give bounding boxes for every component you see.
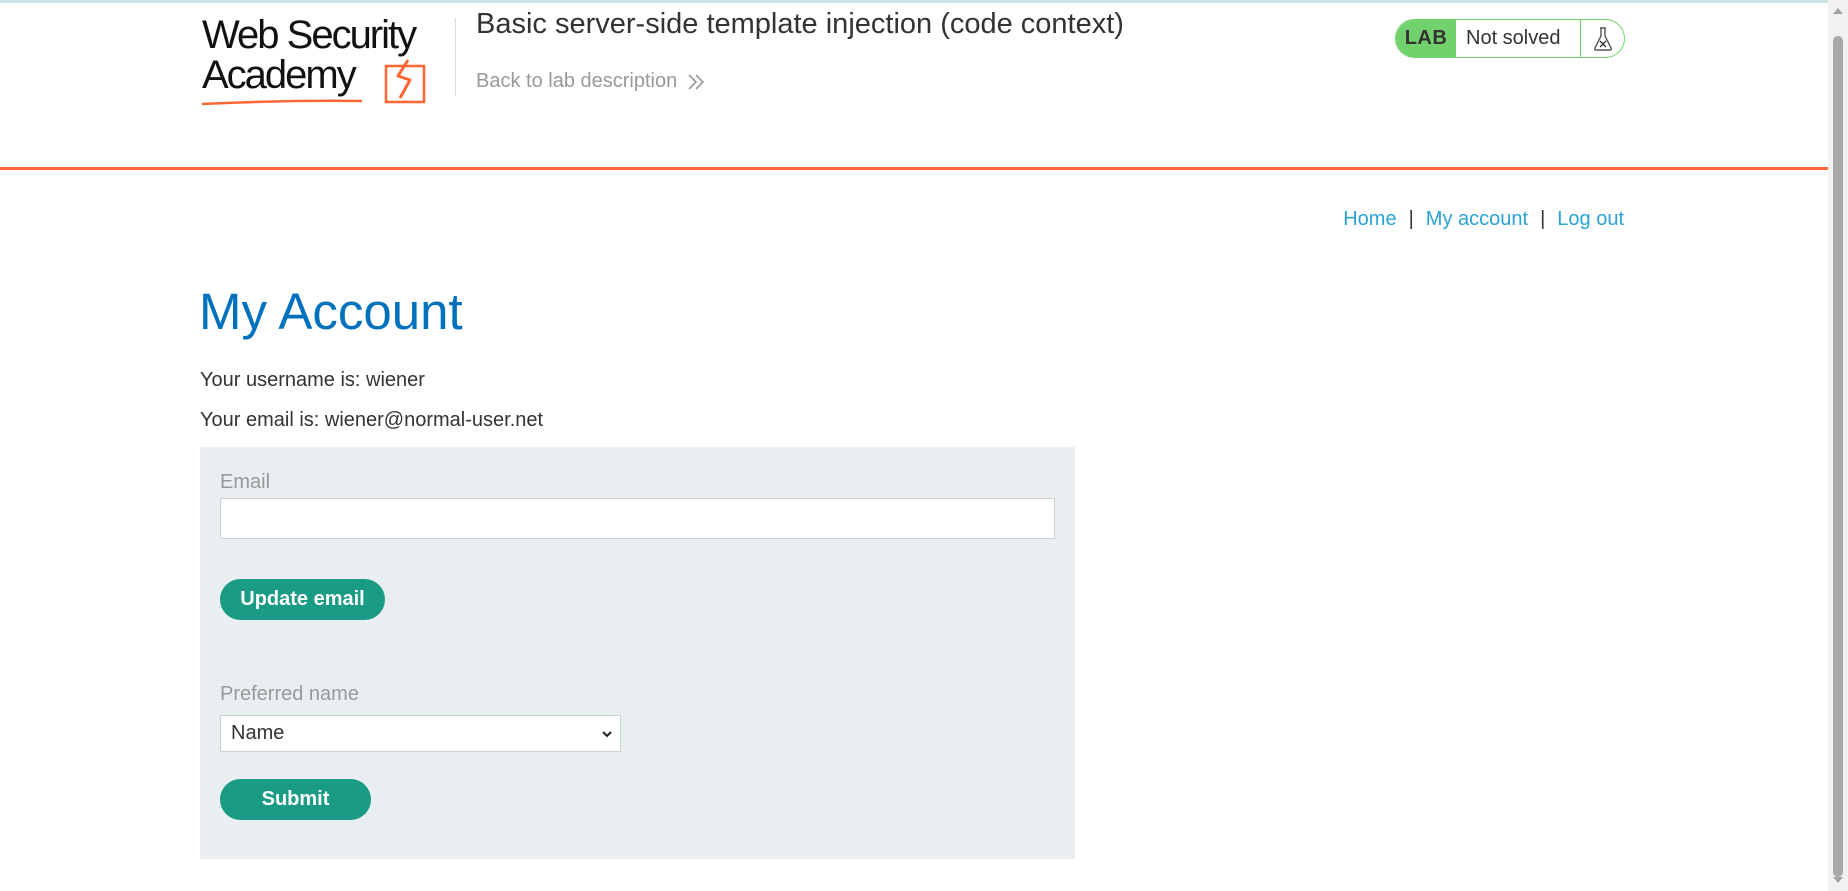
web-security-academy-logo[interactable]: Web Security Academy — [200, 14, 452, 108]
submit-button[interactable]: Submit — [220, 779, 371, 820]
scroll-up-arrow-icon[interactable] — [1833, 8, 1843, 14]
lab-badge: LAB — [1396, 20, 1456, 57]
flask-icon — [1593, 26, 1612, 51]
logo-line-2: Academy — [202, 53, 357, 97]
email-info: Your email is: wiener@normal-user.net — [200, 409, 544, 431]
nav-log-out-link[interactable]: Log out — [1557, 208, 1624, 231]
preferred-name-select[interactable]: Name — [220, 715, 621, 752]
nav-my-account-link[interactable]: My account — [1426, 208, 1528, 231]
double-chevron-right-icon — [688, 73, 705, 90]
nav-home-link[interactable]: Home — [1343, 208, 1396, 231]
email-label: Email — [220, 471, 271, 493]
lab-status-widget: LAB Not solved — [1395, 19, 1625, 58]
flask-icon-box — [1580, 20, 1624, 57]
username-info: Your username is: wiener — [200, 369, 425, 391]
nav-separator: | — [1408, 208, 1414, 230]
lab-header: Web Security Academy Basic server-side t… — [0, 0, 1828, 170]
nav-separator: | — [1540, 208, 1546, 230]
back-to-lab-description-link[interactable]: Back to lab description — [476, 70, 709, 93]
page-scrollbar[interactable] — [1828, 0, 1848, 891]
top-navigation: Home | My account | Log out — [1343, 208, 1624, 231]
lab-status-text: Not solved — [1466, 27, 1561, 49]
email-input[interactable] — [220, 498, 1055, 539]
back-link-label: Back to lab description — [476, 70, 678, 92]
preferred-name-label: Preferred name — [220, 683, 359, 705]
account-form-panel: Email Update email Preferred name Name S… — [200, 447, 1075, 859]
logo-divider — [455, 18, 456, 96]
scrollbar-thumb[interactable] — [1833, 36, 1843, 877]
preferred-name-selected-value: Name — [231, 722, 285, 744]
chevron-down-icon — [602, 731, 612, 738]
lab-title: Basic server-side template injection (co… — [476, 8, 1124, 40]
scroll-down-arrow-icon[interactable] — [1833, 877, 1843, 883]
logo-line-1: Web Security — [202, 14, 417, 57]
update-email-button[interactable]: Update email — [220, 579, 385, 620]
page-title: My Account — [199, 283, 463, 340]
